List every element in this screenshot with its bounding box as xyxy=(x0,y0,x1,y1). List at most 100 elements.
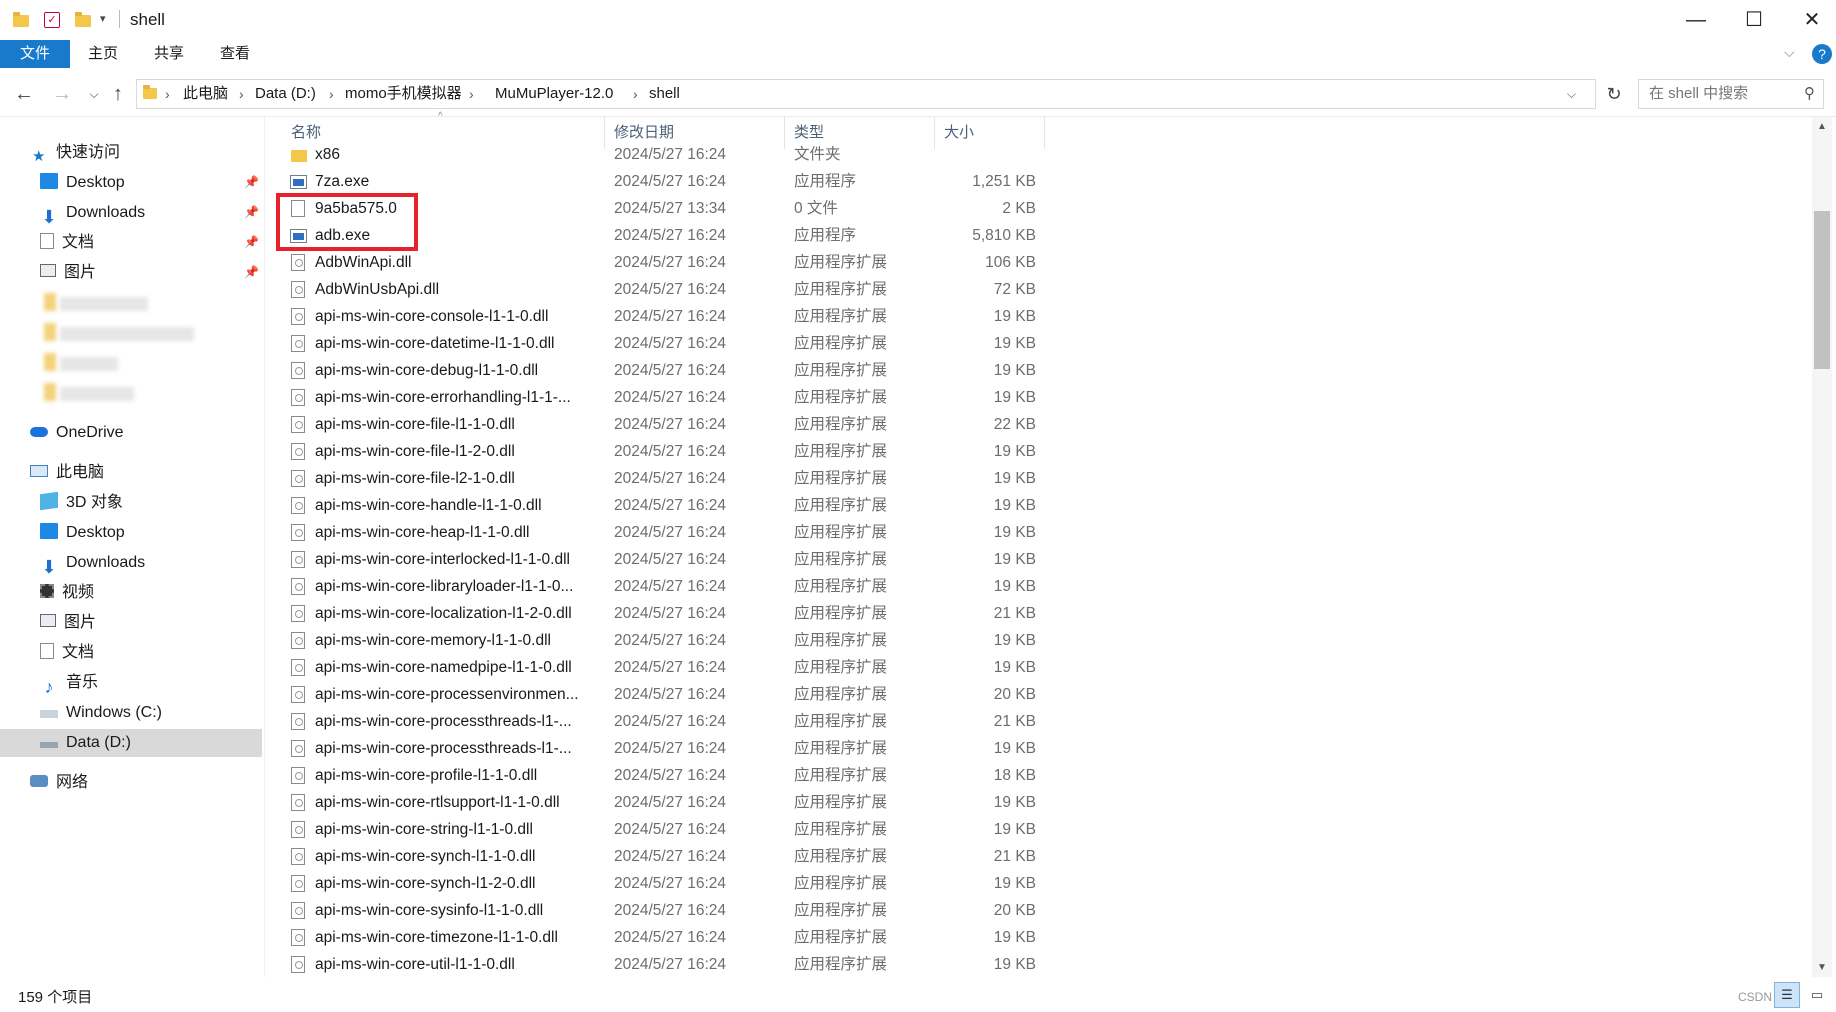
recent-locations-icon[interactable]: ⌵ xyxy=(82,76,106,112)
file-row[interactable]: api-ms-win-core-file-l2-1-0.dll 2024/5/27… xyxy=(270,465,1050,492)
file-row[interactable]: api-ms-win-core-file-l1-1-0.dll 2024/5/27… xyxy=(270,411,1050,438)
file-date: 2024/5/27 16:24 xyxy=(614,929,727,946)
chevron-right-icon[interactable]: › xyxy=(239,80,244,108)
file-type: 应用程序扩展 xyxy=(794,848,888,865)
nav-downloads[interactable]: ⬇ Downloads xyxy=(40,199,145,227)
pin-icon[interactable]: 📌 xyxy=(244,235,259,249)
pin-icon[interactable]: 📌 xyxy=(244,205,259,219)
file-row[interactable]: api-ms-win-core-localization-l1-2-0.dll 2… xyxy=(270,600,1050,627)
file-row[interactable]: AdbWinApi.dll 2024/5/27 16:24 应用程序扩展 106 KB xyxy=(270,249,1050,276)
video-icon xyxy=(40,583,54,598)
file-row[interactable]: api-ms-win-core-memory-l1-1-0.dll 2024/5/… xyxy=(270,627,1050,654)
file-row[interactable]: api-ms-win-core-libraryloader-l1-1-0... 2… xyxy=(270,573,1050,600)
back-icon[interactable]: ← xyxy=(12,76,36,112)
nav-pc-pictures[interactable]: 图片 xyxy=(40,609,96,637)
address-dropdown-icon[interactable]: ⌵ xyxy=(1567,80,1576,108)
breadcrumb-data-d[interactable]: Data (D:) xyxy=(255,80,316,108)
file-row[interactable]: api-ms-win-core-file-l1-2-0.dll 2024/5/27… xyxy=(270,438,1050,465)
dll-file-icon xyxy=(291,902,305,919)
tab-share[interactable]: 共享 xyxy=(146,40,192,68)
maximize-button[interactable]: ☐ xyxy=(1726,0,1782,40)
file-row[interactable]: api-ms-win-core-datetime-l1-1-0.dll 2024/… xyxy=(270,330,1050,357)
tab-home[interactable]: 主页 xyxy=(80,40,126,68)
nav-pc-documents[interactable]: 文档 xyxy=(40,639,94,667)
nav-pc-desktop[interactable]: Desktop xyxy=(40,519,125,547)
file-row[interactable]: api-ms-win-core-heap-l1-1-0.dll 2024/5/27… xyxy=(270,519,1050,546)
minimize-button[interactable]: — xyxy=(1668,0,1724,40)
nav-data-d[interactable]: Data (D:) xyxy=(40,729,131,757)
file-size: 19 KB xyxy=(993,632,1036,649)
nav-this-pc[interactable]: 此电脑 xyxy=(30,459,104,487)
file-row[interactable]: api-ms-win-core-util-l1-1-0.dll 2024/5/27… xyxy=(270,951,1050,978)
file-row[interactable]: api-ms-win-core-rtlsupport-l1-1-0.dll 202… xyxy=(270,789,1050,816)
pin-icon[interactable]: 📌 xyxy=(244,265,259,279)
nav-music[interactable]: ♪ 音乐 xyxy=(40,669,99,697)
details-view-icon[interactable]: ☰ xyxy=(1774,982,1800,1008)
chevron-right-icon[interactable]: › xyxy=(165,80,170,108)
tab-file[interactable]: 文件 xyxy=(0,40,70,68)
file-row[interactable]: api-ms-win-core-synch-l1-1-0.dll 2024/5/2… xyxy=(270,843,1050,870)
file-row[interactable]: api-ms-win-core-processthreads-l1-... 202… xyxy=(270,708,1050,735)
nav-desktop[interactable]: Desktop xyxy=(40,169,125,197)
file-row[interactable]: api-ms-win-core-console-l1-1-0.dll 2024/5… xyxy=(270,303,1050,330)
nav-pc-downloads[interactable]: ⬇ Downloads xyxy=(40,549,145,577)
nav-pictures[interactable]: 图片 xyxy=(40,259,96,287)
vertical-scrollbar[interactable]: ▲ ▼ xyxy=(1812,117,1832,977)
chevron-right-icon[interactable]: › xyxy=(469,80,474,108)
properties-icon[interactable]: ✓ xyxy=(44,12,60,28)
tab-view[interactable]: 查看 xyxy=(212,40,258,68)
large-icons-view-icon[interactable]: ▭ xyxy=(1804,982,1830,1008)
ribbon-expand-icon[interactable]: ⌵ xyxy=(1784,44,1795,61)
pane-divider[interactable] xyxy=(264,117,265,977)
breadcrumb-this-pc[interactable]: 此电脑 xyxy=(183,80,228,108)
quick-access-dropdown-icon[interactable]: ▾ xyxy=(100,12,106,25)
scroll-up-icon[interactable]: ▲ xyxy=(1812,121,1832,132)
forward-icon[interactable]: → xyxy=(50,76,74,112)
nav-quick-access[interactable]: ★ 快速访问 xyxy=(32,139,120,167)
close-button[interactable]: ✕ xyxy=(1784,0,1836,40)
chevron-right-icon[interactable]: › xyxy=(633,80,638,108)
file-size: 21 KB xyxy=(993,605,1036,622)
file-name: api-ms-win-core-debug-l1-1-0.dll xyxy=(315,362,539,379)
nav-3d-objects[interactable]: 3D 对象 xyxy=(40,489,123,517)
file-type: 文件夹 xyxy=(794,146,841,163)
breadcrumb-shell[interactable]: shell xyxy=(649,80,680,108)
file-row[interactable]: api-ms-win-core-synch-l1-2-0.dll 2024/5/2… xyxy=(270,870,1050,897)
file-date: 2024/5/27 16:24 xyxy=(614,740,727,757)
file-row[interactable]: x86 2024/5/27 16:24 文件夹 xyxy=(270,141,1050,168)
dll-file-icon xyxy=(291,821,305,838)
file-row[interactable]: api-ms-win-core-profile-l1-1-0.dll 2024/5… xyxy=(270,762,1050,789)
file-row[interactable]: api-ms-win-core-processenvironmen... 2024… xyxy=(270,681,1050,708)
scroll-thumb[interactable] xyxy=(1814,211,1830,369)
chevron-right-icon[interactable]: › xyxy=(329,80,334,108)
pin-icon[interactable]: 📌 xyxy=(244,175,259,189)
breadcrumb-momo[interactable]: momo手机模拟器 xyxy=(345,80,462,108)
breadcrumb-mumuplayer[interactable]: MuMuPlayer-12.0 xyxy=(495,80,613,108)
file-row[interactable]: api-ms-win-core-string-l1-1-0.dll 2024/5/… xyxy=(270,816,1050,843)
search-icon[interactable]: ⚲ xyxy=(1804,80,1815,108)
file-type: 应用程序扩展 xyxy=(794,389,888,406)
file-row[interactable]: api-ms-win-core-debug-l1-1-0.dll 2024/5/2… xyxy=(270,357,1050,384)
file-row[interactable]: api-ms-win-core-sysinfo-l1-1-0.dll 2024/5… xyxy=(270,897,1050,924)
nav-windows-c[interactable]: Windows (C:) xyxy=(40,699,162,727)
nav-network[interactable]: 网络 xyxy=(30,769,88,797)
file-row[interactable]: api-ms-win-core-interlocked-l1-1-0.dll 20… xyxy=(270,546,1050,573)
file-row[interactable]: AdbWinUsbApi.dll 2024/5/27 16:24 应用程序扩展 72 … xyxy=(270,276,1050,303)
up-icon[interactable]: ↑ xyxy=(106,76,130,112)
file-row[interactable]: 7za.exe 2024/5/27 16:24 应用程序 1,251 KB xyxy=(270,168,1050,195)
address-bar[interactable]: › 此电脑 › Data (D:) › momo手机模拟器 › MuMuPlay… xyxy=(136,79,1596,109)
scroll-down-icon[interactable]: ▼ xyxy=(1812,962,1832,973)
help-icon[interactable]: ? xyxy=(1812,44,1832,64)
new-folder-icon[interactable] xyxy=(74,10,92,28)
file-row[interactable]: api-ms-win-core-namedpipe-l1-1-0.dll 2024… xyxy=(270,654,1050,681)
search-input[interactable]: 在 shell 中搜索 ⚲ xyxy=(1638,79,1824,109)
file-row[interactable]: api-ms-win-core-processthreads-l1-... 202… xyxy=(270,735,1050,762)
nav-onedrive[interactable]: OneDrive xyxy=(30,419,124,447)
refresh-icon[interactable]: ↻ xyxy=(1602,76,1626,112)
file-row[interactable]: api-ms-win-core-errorhandling-l1-1-... 20… xyxy=(270,384,1050,411)
nav-videos[interactable]: 视频 xyxy=(40,579,94,607)
nav-documents[interactable]: 文档 xyxy=(40,229,94,257)
file-size: 19 KB xyxy=(993,956,1036,973)
file-row[interactable]: api-ms-win-core-timezone-l1-1-0.dll 2024/… xyxy=(270,924,1050,951)
file-row[interactable]: api-ms-win-core-handle-l1-1-0.dll 2024/5/… xyxy=(270,492,1050,519)
